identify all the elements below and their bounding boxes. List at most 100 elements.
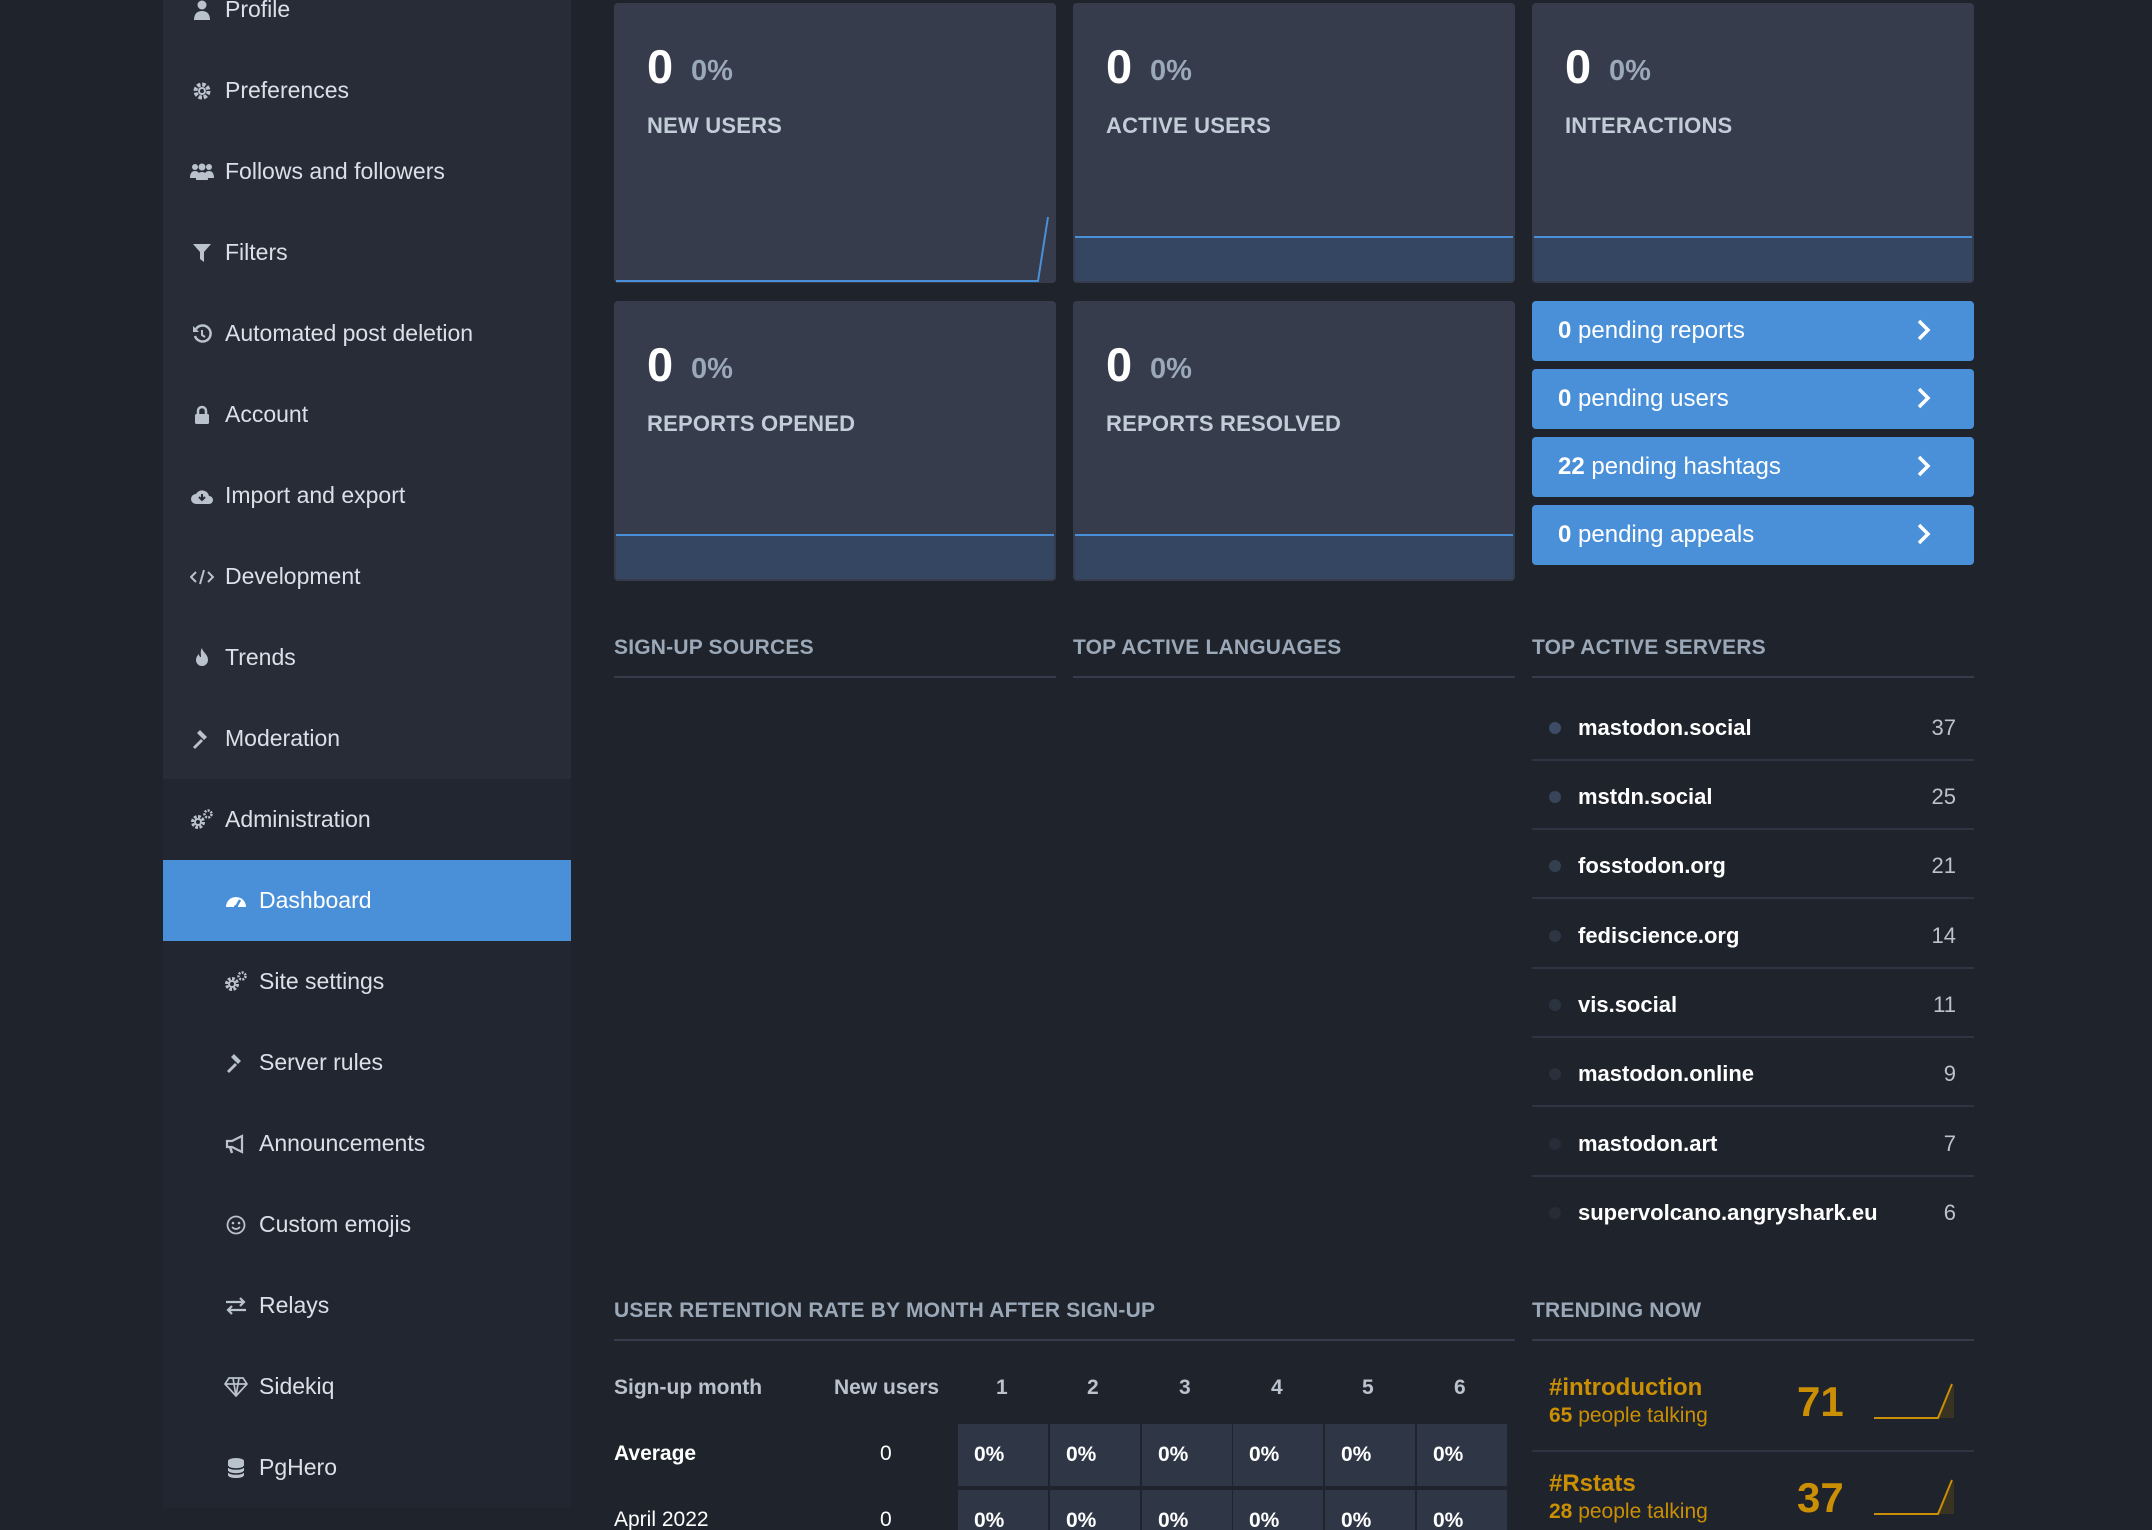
retention-cell: 0% [1142, 1490, 1232, 1530]
code-icon [189, 564, 215, 590]
sidebar-item-automated-deletion[interactable]: Automated post deletion [163, 293, 571, 374]
sparkline-chart [616, 216, 1056, 283]
sidebar-item-site-settings[interactable]: Site settings [163, 941, 571, 1022]
pending-label: pending appeals [1578, 521, 1755, 548]
exchange-icon [223, 1293, 249, 1319]
server-name: mastodon.social [1578, 715, 1752, 740]
metric-change: 0% [1150, 55, 1192, 87]
sidebar-item-import-export[interactable]: Import and export [163, 455, 571, 536]
metric-value: 0 [1106, 338, 1133, 391]
pending-count: 0 [1558, 317, 1572, 344]
server-count: 6 [1943, 1200, 1956, 1225]
server-count: 11 [1933, 992, 1956, 1017]
server-dot [1549, 930, 1561, 942]
trending-item[interactable]: #Rstats 28 people talking 37 [1532, 1452, 1974, 1530]
cloud-download-icon [189, 483, 215, 509]
sidebar-item-label: Automated post deletion [225, 320, 474, 346]
server-row: mstdn.social 25 [1532, 761, 1974, 830]
metric-title: REPORTS OPENED [647, 411, 856, 436]
sidebar-item-sidekiq[interactable]: Sidekiq [163, 1346, 571, 1427]
retention-cell: 0% [958, 1424, 1048, 1486]
history-icon [189, 321, 215, 347]
tachometer-icon [223, 888, 249, 914]
pending-count: 0 [1558, 521, 1572, 548]
sidebar-item-dashboard[interactable]: Dashboard [163, 860, 571, 941]
sidebar-item-development[interactable]: Development [163, 536, 571, 617]
user-icon [189, 0, 215, 23]
sidebar-item-label: Sidekiq [259, 1373, 335, 1399]
sidebar-item-account[interactable]: Account [163, 374, 571, 455]
trending-count: 71 [1797, 1378, 1844, 1425]
server-name: fosstodon.org [1578, 853, 1726, 878]
pending-hashtags-button[interactable]: 22 pending hashtags [1532, 437, 1974, 497]
metric-change: 0% [691, 55, 733, 87]
sidebar-item-profile[interactable]: Profile [163, 0, 571, 50]
sidebar-item-trends[interactable]: Trends [163, 617, 571, 698]
sidebar-item-follows[interactable]: Follows and followers [163, 131, 571, 212]
pending-reports-button[interactable]: 0 pending reports [1532, 301, 1974, 361]
sidebar-item-administration[interactable]: Administration [163, 779, 571, 860]
bullhorn-icon [223, 1131, 249, 1157]
sidebar-item-label: Custom emojis [259, 1211, 412, 1237]
sidebar-item-preferences[interactable]: Preferences [163, 50, 571, 131]
sidebar-item-label: Site settings [259, 968, 385, 994]
trending-sparkline [1874, 1479, 1954, 1515]
chevron-right-icon [1917, 319, 1931, 341]
metric-change: 0% [1150, 353, 1192, 385]
sidebar-item-label: Trends [225, 644, 296, 670]
retention-row-month: April 2022 [614, 1508, 709, 1530]
sidebar-item-label: Preferences [225, 77, 350, 103]
server-name: supervolcano.angryshark.eu [1578, 1200, 1878, 1225]
server-dot [1549, 1207, 1561, 1219]
metric-value: 0 [1106, 40, 1133, 93]
sidebar-item-label: Follows and followers [225, 158, 445, 184]
sidebar-item-label: Server rules [259, 1049, 383, 1075]
retention-cell: 0% [958, 1490, 1048, 1530]
retention-cell: 0% [1233, 1424, 1323, 1486]
divider [1532, 676, 1974, 678]
sidebar-item-announcements[interactable]: Announcements [163, 1103, 571, 1184]
sidebar-item-label: Relays [259, 1292, 330, 1318]
trending-tag[interactable]: #Rstats [1549, 1470, 1636, 1498]
metric-card-reports-opened: 0 0% REPORTS OPENED [614, 301, 1056, 581]
chevron-right-icon [1917, 455, 1931, 477]
metric-title: NEW USERS [647, 113, 783, 138]
server-dot [1549, 999, 1561, 1011]
metric-card-new-users: 0 0% NEW USERS [614, 3, 1056, 283]
pending-appeals-button[interactable]: 0 pending appeals [1532, 505, 1974, 565]
server-dot [1549, 1068, 1561, 1080]
server-name: mastodon.online [1578, 1061, 1754, 1086]
sidebar-item-label: PgHero [259, 1454, 337, 1480]
trending-people: 28 people talking [1549, 1500, 1708, 1523]
metric-title: REPORTS RESOLVED [1106, 411, 1342, 436]
server-dot [1549, 722, 1561, 734]
sidebar-item-label: Administration [225, 806, 371, 832]
pending-label: pending users [1578, 385, 1729, 412]
pending-users-button[interactable]: 0 pending users [1532, 369, 1974, 429]
trending-tag[interactable]: #introduction [1549, 1374, 1702, 1402]
server-name: vis.social [1578, 992, 1678, 1017]
gear-icon [189, 78, 215, 104]
sidebar-item-pghero[interactable]: PgHero [163, 1427, 571, 1508]
retention-col-header: 2 [1087, 1376, 1099, 1399]
cogs-icon [189, 807, 215, 833]
server-count: 7 [1943, 1131, 1956, 1156]
server-dot [1549, 791, 1561, 803]
sidebar-item-relays[interactable]: Relays [163, 1265, 571, 1346]
server-row: mastodon.social 37 [1532, 692, 1974, 761]
metric-value: 0 [647, 338, 674, 391]
divider [1532, 1339, 1974, 1341]
sidebar-item-moderation[interactable]: Moderation [163, 698, 571, 779]
retention-cell: 0% [1325, 1490, 1415, 1530]
sidebar-item-filters[interactable]: Filters [163, 212, 571, 293]
retention-cell: 0% [1142, 1424, 1232, 1486]
sidebar-item-server-rules[interactable]: Server rules [163, 1022, 571, 1103]
sidebar: Profile Preferences Follows and follower… [163, 0, 571, 1508]
smile-icon [223, 1212, 249, 1238]
sidebar-item-label: Announcements [259, 1130, 426, 1156]
sidebar-item-label: Import and export [225, 482, 406, 508]
retention-col-header: 3 [1179, 1376, 1191, 1399]
server-row: mastodon.online 9 [1532, 1038, 1974, 1107]
sidebar-item-custom-emojis[interactable]: Custom emojis [163, 1184, 571, 1265]
trending-item[interactable]: #introduction 65 people talking 71 [1532, 1356, 1974, 1452]
